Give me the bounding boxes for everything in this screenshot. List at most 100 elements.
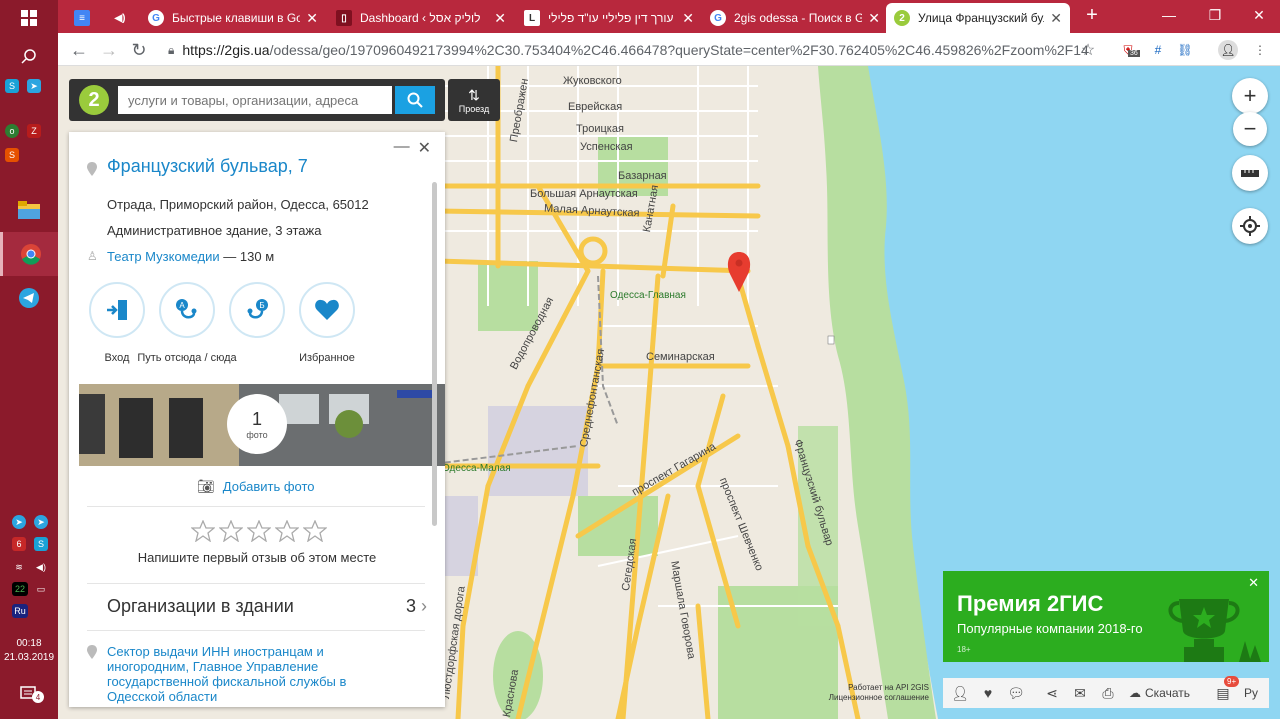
heart-icon[interactable]: ♥: [977, 682, 999, 704]
windows-taskbar: S ➤ o Z S ➤ ➤ 6 S ≋ ◀) 22 ▭ Ru 00:18 21.…: [0, 0, 58, 719]
chat-icon[interactable]: 💬︎: [1005, 682, 1027, 704]
favorite-label: Избранное: [299, 352, 355, 364]
ruler-button[interactable]: [1232, 155, 1268, 191]
notification-icon[interactable]: 4: [0, 684, 58, 704]
2gis-logo[interactable]: 2: [79, 85, 109, 115]
address-bar[interactable]: 🔒︎ https://2gis.ua /odessa/geo/197096049…: [158, 37, 1098, 63]
tab-2gis-search[interactable]: G 2gis odessa - Поиск в Go ✕: [702, 3, 888, 33]
menu-dots-icon[interactable]: ⋮: [1250, 40, 1270, 60]
tab-google-shortcuts[interactable]: G Быстрые клавиши в Goo ✕: [140, 3, 326, 33]
file-explorer-icon[interactable]: [0, 188, 58, 232]
telegram-app-icon[interactable]: [0, 276, 58, 320]
orgs-in-building-count[interactable]: 3 ›: [406, 596, 427, 617]
zoom-out-button[interactable]: −: [1233, 112, 1267, 146]
app-tray-icon[interactable]: 6: [12, 537, 26, 551]
back-arrow-icon[interactable]: ←: [66, 37, 92, 63]
zoom-in-button[interactable]: +: [1232, 78, 1268, 114]
windows-start-icon[interactable]: [0, 8, 58, 28]
close-tab-icon[interactable]: ✕: [868, 10, 880, 27]
route-button[interactable]: ⇅ Проезд: [448, 79, 500, 121]
route-from-to-button[interactable]: A: [159, 282, 215, 338]
close-tab-icon[interactable]: ✕: [494, 10, 506, 27]
notifications-button[interactable]: ▤ 9+: [1212, 676, 1240, 704]
user-icon[interactable]: 👤︎: [949, 682, 971, 704]
extension-grid-icon[interactable]: #: [1148, 40, 1168, 60]
close-card-icon[interactable]: ✕: [418, 138, 431, 158]
download-button[interactable]: ☁ Скачать: [1129, 682, 1190, 704]
star-icon[interactable]: [275, 520, 299, 542]
tab-docs[interactable]: ≡: [66, 3, 102, 33]
attribution-license[interactable]: Лицензионное соглашение: [825, 693, 929, 703]
wifi-icon[interactable]: ≋: [12, 560, 26, 574]
favorite-button[interactable]: [299, 282, 355, 338]
volume-icon[interactable]: ◀): [34, 560, 48, 574]
notification-count: 4: [32, 691, 44, 703]
share-icon[interactable]: ⋖: [1041, 682, 1063, 704]
heart-icon: [315, 299, 339, 320]
skype-icon[interactable]: S: [5, 79, 19, 93]
tab-lawyer[interactable]: L עורך דין פליליי עו"ד פלילי ✕: [516, 3, 702, 33]
my-location-button[interactable]: [1232, 208, 1268, 244]
close-tab-icon[interactable]: ✕: [682, 10, 694, 27]
extension-vpn-icon[interactable]: ⛓: [1175, 40, 1195, 60]
forward-arrow-icon[interactable]: →: [96, 37, 122, 63]
download-cloud-icon: ☁: [1129, 686, 1141, 700]
review-prompt[interactable]: Напишите первый отзыв об этом месте: [69, 550, 445, 565]
search-input[interactable]: [118, 86, 392, 114]
rating-stars[interactable]: [191, 520, 327, 542]
chrome-icon[interactable]: [0, 232, 58, 276]
telegram-tray-icon-2[interactable]: ➤: [34, 515, 48, 529]
telegram-icon[interactable]: ➤: [27, 79, 41, 93]
filezilla-icon[interactable]: Z: [27, 124, 41, 138]
promo-subtitle: Популярные компании 2018-го: [957, 621, 1143, 636]
star-icon[interactable]: [191, 520, 215, 542]
telegram-tray-icon[interactable]: ➤: [12, 515, 26, 529]
close-tab-icon[interactable]: ✕: [306, 10, 318, 27]
google-icon: G: [710, 10, 726, 26]
entrance-icon: [107, 300, 127, 320]
star-icon[interactable]: [219, 520, 243, 542]
extension-shield-icon[interactable]: ⛨36: [1118, 40, 1140, 60]
photo-count-badge[interactable]: 1 фото: [227, 394, 287, 454]
org-item-link[interactable]: Сектор выдачи ИНН иностранцам и иногород…: [107, 644, 367, 704]
clock-date[interactable]: 21.03.2019: [0, 651, 58, 664]
nearby-landmark-link[interactable]: Театр Музкомедии: [107, 249, 220, 264]
card-scrollbar[interactable]: [432, 182, 437, 526]
divider: [87, 583, 425, 584]
route-to-button[interactable]: Б: [229, 282, 285, 338]
mail-icon[interactable]: ✉: [1069, 682, 1091, 704]
clock-time[interactable]: 00:18: [0, 637, 58, 650]
star-icon[interactable]: [303, 520, 327, 542]
skype-tray-icon[interactable]: S: [34, 537, 48, 551]
bookmark-star-icon[interactable]: ☆: [1075, 37, 1101, 63]
minimize-card-icon[interactable]: —: [394, 138, 410, 158]
print-icon[interactable]: ⎙: [1097, 682, 1119, 704]
profile-avatar[interactable]: 👤︎: [1218, 40, 1238, 60]
new-tab-button[interactable]: +: [1070, 0, 1114, 30]
location-pin-icon[interactable]: [727, 252, 751, 292]
reload-icon[interactable]: ↻: [126, 37, 152, 63]
close-tab-icon[interactable]: ✕: [1050, 10, 1062, 27]
promo-banner[interactable]: Премия 2ГИС Популярные компании 2018-го …: [943, 571, 1269, 662]
search-bar: 2: [69, 79, 445, 121]
entrance-button[interactable]: [89, 282, 145, 338]
star-icon[interactable]: [247, 520, 271, 542]
tab-dashboard[interactable]: ▯ Dashboard ‹ לוליק אסל ✕: [328, 3, 514, 33]
close-promo-icon[interactable]: ✕: [1248, 575, 1259, 591]
close-window-button[interactable]: ✕: [1236, 0, 1280, 30]
app-icon[interactable]: o: [5, 124, 19, 138]
maximize-button[interactable]: ❐: [1192, 0, 1238, 30]
station-label: Одесса-Главная: [610, 290, 686, 301]
search-button[interactable]: [395, 86, 435, 114]
tab-2gis-active[interactable]: 2 Улица Французский бульв ✕: [886, 3, 1070, 33]
attribution-api[interactable]: Работает на API 2GIS: [825, 683, 929, 693]
orgs-in-building-label[interactable]: Организации в здании: [107, 596, 294, 617]
language-switch[interactable]: Ру: [1240, 682, 1262, 704]
language-indicator[interactable]: Ru: [12, 604, 28, 618]
minimize-button[interactable]: —: [1146, 0, 1192, 30]
add-photo-link[interactable]: 📷︎ Добавить фото: [197, 478, 315, 495]
search-icon[interactable]: [0, 46, 58, 66]
tab-audio[interactable]: ◀): [104, 3, 138, 33]
google-icon: G: [148, 10, 164, 26]
sublime-icon[interactable]: S: [5, 148, 19, 162]
